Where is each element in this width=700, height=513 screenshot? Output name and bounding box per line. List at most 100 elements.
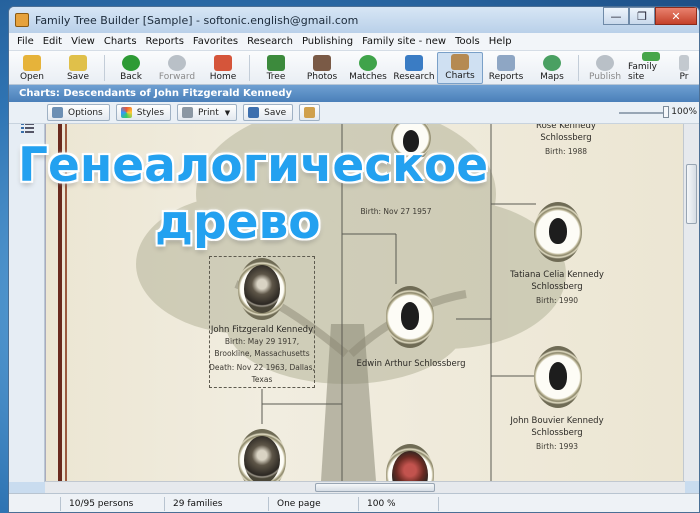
matches-button[interactable]: Matches — [345, 52, 391, 84]
person-card-jfk[interactable]: John Fitzgerald Kennedy Birth: May 29 19… — [209, 324, 315, 386]
research-button[interactable]: Research — [391, 52, 437, 84]
open-button[interactable]: Open — [9, 52, 55, 84]
printer-icon — [182, 107, 194, 118]
close-button[interactable]: ✕ — [655, 7, 697, 25]
home-label: Home — [209, 72, 237, 82]
app-icon — [15, 13, 29, 27]
person-name: Edwin Arthur Schlossberg — [356, 359, 466, 369]
menu-view[interactable]: View — [71, 36, 95, 47]
minimize-button[interactable]: — — [603, 7, 629, 25]
photos-button[interactable]: Photos — [299, 52, 345, 84]
view-header: Charts: Descendants of John Fitzgerald K… — [9, 85, 699, 102]
person-card-spouse[interactable]: Birth: Nov 27 1957 — [346, 206, 446, 218]
person-birth: Birth: 1990 — [535, 296, 578, 305]
home-small-icon — [304, 107, 316, 118]
chevron-down-icon[interactable]: ▼ — [225, 109, 230, 117]
person-card-tatiana[interactable]: Tatiana Celia Kennedy Schlossberg Birth:… — [501, 269, 613, 307]
zoom-slider-handle[interactable] — [663, 106, 669, 118]
photos-label: Photos — [306, 72, 338, 82]
research-icon — [405, 55, 423, 71]
floppy-icon — [248, 107, 260, 118]
menu-edit[interactable]: Edit — [43, 36, 62, 47]
horizontal-scrollbar-thumb[interactable] — [315, 483, 435, 492]
zoom-label: 100% — [671, 107, 697, 117]
menu-tools[interactable]: Tools — [455, 36, 480, 47]
save-chart-button[interactable]: Save — [243, 104, 294, 121]
options-label: Options — [68, 107, 103, 118]
maps-button[interactable]: Maps — [529, 52, 575, 84]
overlay-title-line2: древо — [155, 195, 321, 250]
person-birth-place: Brookline, Massachusetts — [214, 349, 310, 358]
chart-toolbar: Options Styles Print ▼ Save 100% — [9, 102, 699, 124]
print-label: Print — [198, 107, 219, 118]
tree-label: Tree — [266, 72, 286, 82]
tree-icon — [267, 55, 285, 71]
toolbar-separator — [104, 55, 105, 81]
person-death-place: Texas — [251, 375, 273, 384]
print-button[interactable]: Print ▼ — [177, 104, 238, 121]
status-spacer — [9, 497, 61, 511]
print-icon — [679, 55, 689, 71]
home-person-button[interactable] — [299, 104, 321, 121]
research-label: Research — [393, 72, 435, 82]
home-icon — [214, 55, 232, 71]
menu-reports[interactable]: Reports — [146, 36, 184, 47]
reports-label: Reports — [488, 72, 524, 82]
person-birth: Birth: 1993 — [535, 442, 578, 451]
menu-favorites[interactable]: Favorites — [193, 36, 238, 47]
person-birth: Birth: 1988 — [544, 147, 587, 156]
maps-icon — [543, 55, 561, 71]
person-birth: Birth: May 29 1917, — [224, 337, 300, 346]
person-name-line2: Schlossberg — [531, 428, 583, 438]
person-card-john[interactable]: John Bouvier Kennedy Schlossberg Birth: … — [501, 415, 613, 453]
maximize-button[interactable]: ❐ — [629, 7, 655, 25]
reports-icon — [497, 55, 515, 71]
home-button[interactable]: Home — [200, 52, 246, 84]
menu-publishing[interactable]: Publishing — [302, 36, 353, 47]
styles-label: Styles — [136, 107, 165, 118]
portrait-photo — [244, 436, 280, 481]
app-window: Family Tree Builder [Sample] - softonic.… — [8, 6, 700, 513]
back-button[interactable]: Back — [108, 52, 154, 84]
menu-charts[interactable]: Charts — [104, 36, 137, 47]
silhouette-icon — [401, 302, 419, 330]
status-pages: One page — [269, 497, 359, 511]
forward-button[interactable]: Forward — [154, 52, 200, 84]
photos-icon — [313, 55, 331, 71]
back-label: Back — [120, 72, 142, 82]
save-chart-label: Save — [264, 107, 287, 118]
folder-open-icon — [23, 55, 41, 71]
save-button[interactable]: Save — [55, 52, 101, 84]
portrait-photo-jfk — [244, 265, 280, 313]
print-toolbar-label: Pr — [679, 72, 689, 82]
horizontal-scrollbar[interactable] — [45, 481, 685, 493]
menu-family-site[interactable]: Family site - new — [362, 36, 446, 47]
save-icon — [69, 55, 87, 71]
status-families: 29 families — [165, 497, 269, 511]
menu-help[interactable]: Help — [489, 36, 512, 47]
menu-file[interactable]: File — [17, 36, 34, 47]
person-card-rose[interactable]: Rose Kennedy Schlossberg Birth: 1988 — [516, 124, 616, 158]
matches-icon — [359, 55, 377, 71]
styles-button[interactable]: Styles — [115, 104, 172, 121]
family-site-label: Family site — [628, 62, 657, 82]
toolbar-separator — [249, 55, 250, 81]
options-button[interactable]: Options — [47, 104, 110, 121]
zoom-slider-track[interactable] — [619, 112, 669, 114]
vertical-scrollbar[interactable] — [683, 124, 699, 481]
family-site-button[interactable]: Family site — [628, 52, 674, 84]
charts-button[interactable]: Charts — [437, 52, 483, 84]
publish-icon — [596, 55, 614, 71]
menu-research[interactable]: Research — [247, 36, 293, 47]
vertical-scrollbar-thumb[interactable] — [686, 164, 697, 224]
window-title: Family Tree Builder [Sample] - softonic.… — [35, 13, 359, 27]
silhouette-icon — [549, 218, 567, 244]
tree-button[interactable]: Tree — [253, 52, 299, 84]
print-toolbar-button[interactable]: Pr — [674, 52, 694, 84]
reports-button[interactable]: Reports — [483, 52, 529, 84]
person-name: John Fitzgerald Kennedy — [210, 325, 314, 335]
title-bar[interactable]: Family Tree Builder [Sample] - softonic.… — [9, 7, 699, 33]
publish-button[interactable]: Publish — [582, 52, 628, 84]
open-label: Open — [19, 72, 45, 82]
person-card-edwin[interactable]: Edwin Arthur Schlossberg — [346, 358, 476, 370]
